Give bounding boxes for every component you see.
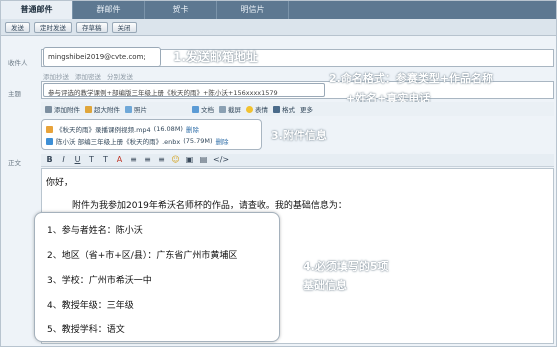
smiley-icon [246, 105, 253, 113]
subject-input[interactable]: 参与评选的教学课例+部编版三年级上册《秋天的雨》+陈小沃+156xxxx1579 [43, 83, 325, 97]
delete-attachment-link[interactable]: 删除 [186, 124, 199, 134]
large-attachment-label: 超大附件 [94, 106, 120, 114]
paperclip-icon [45, 105, 52, 113]
body-label: 正文 [8, 159, 21, 167]
attachment-size: (75.79M) [183, 137, 213, 145]
tab-greeting-card[interactable]: 贺卡 [145, 1, 217, 19]
tab-normal-mail[interactable]: 普通邮件 [1, 1, 73, 19]
info-row: 3、学校：广州市希沃一中 [47, 276, 152, 286]
compose-toolbar: 发送 定时发送 存草稿 关闭 [1, 19, 556, 36]
document-button[interactable]: 文档 [192, 104, 214, 114]
attachment-size: (16.08M) [153, 125, 183, 133]
email-compose-window: 普通邮件 群邮件 贺卡 明信片 发送 定时发送 存草稿 关闭 收件人 mings… [0, 0, 557, 347]
screenshot-label: 截屏 [228, 106, 241, 114]
attachment-toolbar: 添加附件 超大附件 照片 文档 截屏 表情 格式 更多 [41, 102, 554, 116]
screenshot-icon [219, 105, 226, 113]
table-insert-button[interactable]: ▤ [199, 155, 208, 165]
document-label: 文档 [201, 106, 214, 114]
video-file-icon [46, 125, 53, 133]
document-icon [192, 105, 199, 113]
annotation-4-line2: 基础信息 [303, 279, 347, 292]
greeting-text: 你好， [46, 178, 74, 188]
annotation-2-line1: 2.命名格式：参赛类型+作品名称 [329, 72, 494, 85]
more-button[interactable]: 更多 [300, 104, 313, 114]
align-left-button[interactable]: ≡ [129, 155, 138, 165]
subject-label: 主题 [8, 90, 21, 98]
photo-button[interactable]: 照片 [125, 104, 147, 114]
send-separately-link[interactable]: 分别发送 [107, 71, 133, 81]
attachment-name: 陈小沃 部编三年级上册《秋天的雨》.enbx [56, 138, 181, 146]
basic-info-box: 1、参与者姓名：陈小沃 2、地区（省+市+区/县）：广东省广州市黄埔区 3、学校… [34, 212, 280, 342]
tab-group-mail[interactable]: 群邮件 [73, 1, 145, 19]
info-row: 2、地区（省+市+区/县）：广东省广州市黄埔区 [47, 251, 238, 261]
align-center-button[interactable]: ≡ [143, 155, 152, 165]
compose-tabs: 普通邮件 群邮件 贺卡 明信片 [1, 1, 556, 19]
info-row: 5、教授学科：语文 [47, 325, 125, 335]
format-button[interactable]: 格式 [273, 104, 295, 114]
source-code-button[interactable]: </> [213, 155, 229, 165]
emoji-button[interactable]: 表情 [246, 104, 268, 114]
photo-icon [125, 105, 132, 113]
to-label: 收件人 [8, 59, 28, 67]
close-button[interactable]: 关闭 [111, 22, 137, 33]
bold-button[interactable]: B [45, 155, 54, 165]
attachment-list: 《秋天的雨》录播课例视频.mp4 (16.08M) 删除 陈小沃 部编三年级上册… [41, 119, 262, 150]
save-draft-button[interactable]: 存草稿 [76, 22, 108, 33]
add-attachment-button[interactable]: 添加附件 [45, 104, 80, 114]
underline-button[interactable]: U [73, 155, 82, 165]
address-links: 添加抄送 添加密送 分别发送 [43, 71, 133, 81]
attachment-item: 陈小沃 部编三年级上册《秋天的雨》.enbx (75.79M) 删除 [46, 135, 257, 147]
add-bcc-link[interactable]: 添加密送 [75, 71, 101, 81]
large-attachment-button[interactable]: 超大附件 [85, 104, 120, 114]
format-label: 格式 [282, 106, 295, 114]
enbx-file-icon [46, 137, 53, 145]
delete-attachment-link[interactable]: 删除 [216, 136, 229, 146]
info-row: 1、参与者姓名：陈小沃 [47, 226, 143, 236]
scheduled-send-button[interactable]: 定时发送 [34, 22, 72, 33]
emoji-label: 表情 [255, 106, 268, 114]
intro-text: 附件为我参加2019年希沃名师杯的作品，请查收。我的基础信息为： [72, 201, 347, 211]
italic-button[interactable]: I [59, 155, 68, 165]
format-toolbar: B I U T T A ≡ ≡ ≡ ☺ ▣ ▤ </> [41, 154, 554, 167]
font-color-button[interactable]: A [115, 155, 124, 165]
add-cc-link[interactable]: 添加抄送 [43, 71, 69, 81]
screenshot-button[interactable]: 截屏 [219, 104, 241, 114]
large-file-icon [85, 105, 92, 113]
font-size-button[interactable]: T [87, 155, 96, 165]
text-format-icon [273, 105, 280, 113]
attachment-item: 《秋天的雨》录播课例视频.mp4 (16.08M) 删除 [46, 123, 257, 135]
more-label: 更多 [300, 106, 313, 114]
tab-postcard[interactable]: 明信片 [217, 1, 289, 19]
image-insert-button[interactable]: ▣ [185, 155, 194, 165]
photo-label: 照片 [134, 106, 147, 114]
annotation-1: 1.发送邮箱地址 [173, 50, 258, 64]
attachment-name: 《秋天的雨》录播课例视频.mp4 [56, 126, 151, 134]
emoji-insert-button[interactable]: ☺ [171, 155, 180, 165]
add-attachment-label: 添加附件 [54, 106, 80, 114]
recipient-chip[interactable]: mingshibei2019@cvte.com; [43, 47, 161, 67]
info-row: 4、教授年级：三年级 [47, 301, 134, 311]
font-family-button[interactable]: T [101, 155, 110, 165]
list-button[interactable]: ≡ [157, 155, 166, 165]
annotation-4-line1: 4.必须填写的5项 [303, 260, 389, 273]
annotation-3: 3.附件信息 [271, 129, 327, 142]
send-button[interactable]: 发送 [5, 22, 30, 33]
